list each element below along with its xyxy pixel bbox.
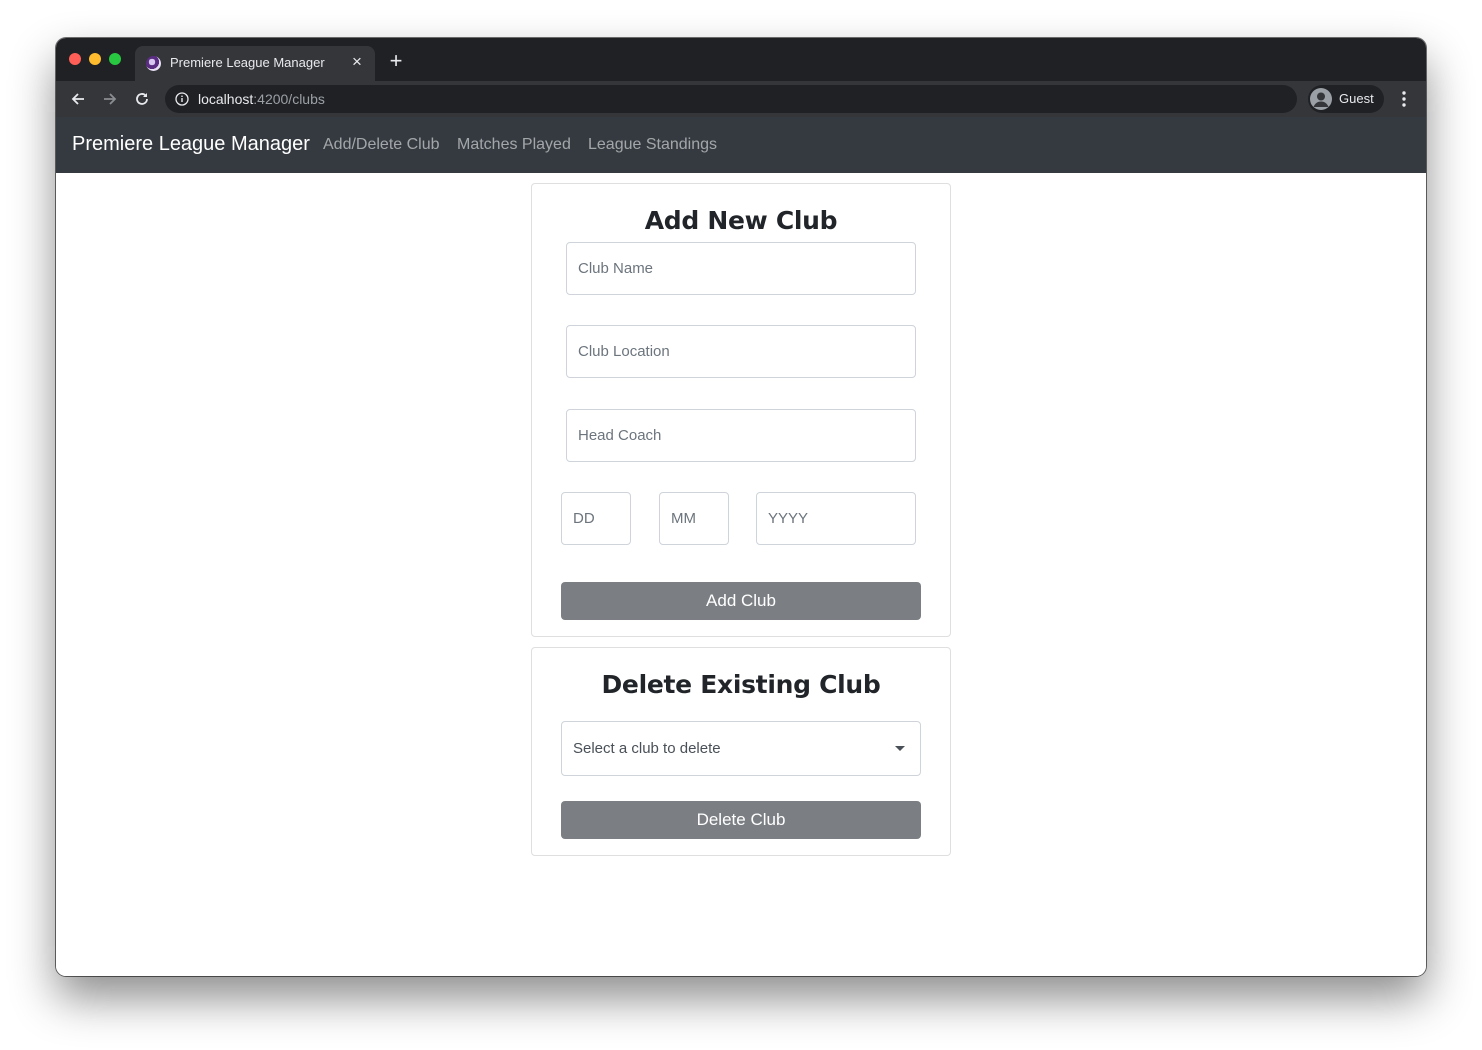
head-coach-input[interactable] [566, 409, 916, 462]
new-tab-button[interactable]: + [385, 50, 407, 72]
minimize-window-button[interactable] [89, 53, 101, 65]
delete-club-title: Delete Existing Club [601, 670, 881, 699]
url-host: localhost [198, 91, 254, 107]
club-select-value: Select a club to delete [573, 740, 721, 757]
tab-close-icon[interactable]: × [347, 52, 367, 72]
page-content: Add New Club Add Club Delete Existing Cl… [56, 173, 1426, 976]
favicon-icon [146, 56, 161, 71]
reload-icon [136, 93, 148, 105]
url-path: :4200/clubs [253, 91, 325, 107]
nav-link-league-standings[interactable]: League Standings [588, 136, 717, 154]
app-navbar: Premiere League Manager Add/Delete Club … [56, 117, 1426, 173]
caret-down-icon [895, 746, 905, 751]
browser-toolbar: localhost:4200/clubs Guest [56, 81, 1426, 117]
add-club-card: Add New Club Add Club [531, 183, 951, 637]
add-club-title: Add New Club [644, 206, 838, 235]
back-icon [71, 93, 84, 105]
delete-club-card: Delete Existing Club Select a club to de… [531, 647, 951, 856]
add-club-button[interactable]: Add Club [561, 582, 921, 620]
back-button[interactable] [66, 87, 90, 111]
year-input[interactable] [756, 492, 916, 545]
browser-tab[interactable]: Premiere League Manager × [135, 46, 375, 81]
profile-button[interactable]: Guest [1308, 85, 1384, 113]
tab-strip: Premiere League Manager × + [56, 38, 1426, 81]
avatar-icon [1310, 88, 1332, 110]
info-icon[interactable] [175, 92, 189, 106]
club-name-input[interactable] [566, 242, 916, 295]
navbar-brand[interactable]: Premiere League Manager [72, 133, 310, 156]
menu-dots-icon[interactable] [1397, 89, 1411, 109]
profile-name: Guest [1339, 91, 1374, 106]
forward-icon [104, 93, 117, 105]
nav-link-matches-played[interactable]: Matches Played [457, 136, 571, 154]
maximize-window-button[interactable] [109, 53, 121, 65]
tab-title: Premiere League Manager [170, 55, 325, 70]
forward-button[interactable] [98, 87, 122, 111]
browser-window: Premiere League Manager × + localhost:42… [56, 38, 1426, 976]
club-select[interactable]: Select a club to delete [561, 721, 921, 776]
month-input[interactable] [659, 492, 729, 545]
url-text: localhost:4200/clubs [198, 91, 325, 107]
delete-club-button[interactable]: Delete Club [561, 801, 921, 839]
close-window-button[interactable] [69, 53, 81, 65]
address-bar[interactable]: localhost:4200/clubs [165, 85, 1297, 113]
day-input[interactable] [561, 492, 631, 545]
reload-button[interactable] [130, 87, 154, 111]
club-location-input[interactable] [566, 325, 916, 378]
nav-link-add-delete-club[interactable]: Add/Delete Club [323, 136, 440, 154]
